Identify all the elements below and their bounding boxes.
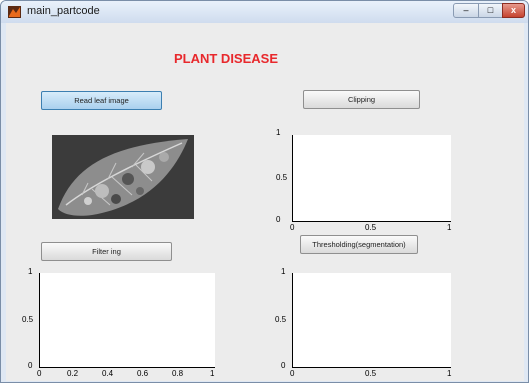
title-bar[interactable]: main_partcode – □ x xyxy=(1,1,528,23)
x-tick-label: 0 xyxy=(290,369,295,378)
axes-plot-area xyxy=(292,273,451,368)
y-tick-label: 0 xyxy=(276,215,281,224)
y-tick-label: 1 xyxy=(276,128,281,137)
close-icon: x xyxy=(510,5,516,15)
x-tick-label: 0.2 xyxy=(67,369,79,378)
x-tick-label: 1 xyxy=(210,369,215,378)
y-tick-label: 0.5 xyxy=(275,315,287,324)
minimize-icon: – xyxy=(463,5,469,15)
page-title: PLANT DISEASE xyxy=(173,51,278,66)
thresholding-button[interactable]: Thresholding(segmentation) xyxy=(300,235,418,254)
x-tick-label: 0 xyxy=(37,369,42,378)
minimize-button[interactable]: – xyxy=(453,3,479,18)
y-tick-label: 1 xyxy=(281,267,286,276)
app-window: main_partcode – □ x PLANT DISEASE Read l… xyxy=(0,0,529,383)
x-tick-label: 0.5 xyxy=(365,369,377,378)
x-tick-label: 0.6 xyxy=(137,369,149,378)
x-tick-label: 0 xyxy=(290,223,295,232)
y-tick-label: 0.5 xyxy=(22,315,34,324)
axes-plot-area xyxy=(39,273,215,368)
x-tick-label: 0.8 xyxy=(172,369,184,378)
x-tick-label: 1 xyxy=(447,223,452,232)
y-tick-label: 0 xyxy=(28,361,33,370)
window-title: main_partcode xyxy=(27,5,100,17)
axes-plot-area xyxy=(292,135,451,222)
x-tick-label: 1 xyxy=(447,369,452,378)
x-tick-label: 0.5 xyxy=(365,223,377,232)
matlab-icon xyxy=(8,6,21,18)
figure-area: PLANT DISEASE Read leaf image Clipping 1… xyxy=(6,23,524,381)
y-tick-label: 1 xyxy=(28,267,33,276)
close-button[interactable]: x xyxy=(502,3,525,18)
maximize-button[interactable]: □ xyxy=(478,3,503,18)
clipping-button[interactable]: Clipping xyxy=(303,90,420,109)
x-tick-label: 0.4 xyxy=(102,369,114,378)
leaf-image xyxy=(52,135,194,219)
filtering-button[interactable]: Filter ing xyxy=(41,242,172,261)
maximize-icon: □ xyxy=(487,5,494,15)
read-leaf-image-button[interactable]: Read leaf image xyxy=(41,91,162,110)
y-tick-label: 0.5 xyxy=(276,173,288,182)
y-tick-label: 0 xyxy=(281,361,286,370)
